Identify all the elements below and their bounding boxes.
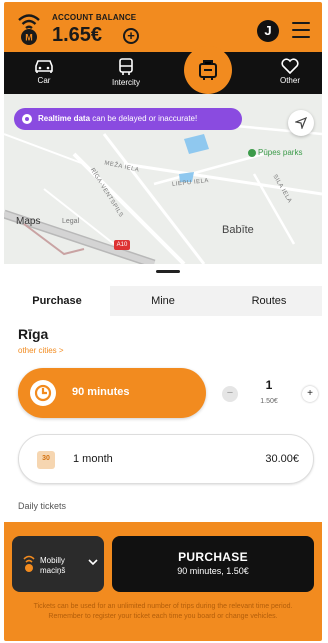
- other-cities-link[interactable]: other cities >: [18, 346, 64, 355]
- nav-car-label: Car: [37, 76, 51, 85]
- heart-icon: [281, 58, 299, 74]
- svg-text:M: M: [25, 33, 33, 43]
- wallet-selector[interactable]: Mobilly maciņš: [12, 536, 104, 592]
- daily-tickets-heading: Daily tickets: [18, 501, 67, 511]
- calendar-icon: [37, 451, 55, 469]
- purchase-summary: 90 minutes, 1.50€: [177, 566, 249, 576]
- quantity-plus-button[interactable]: +: [302, 386, 318, 402]
- park-marker-icon: [248, 149, 256, 157]
- balance-amount: 1.65€: [52, 24, 103, 46]
- wallet-label: Mobilly maciņš: [40, 556, 66, 575]
- nav-item-car[interactable]: Car: [14, 52, 74, 94]
- ticket-option-1month[interactable]: 1 month 30.00€: [18, 434, 314, 484]
- realtime-rest-text: can be delayed or inaccurate!: [90, 114, 198, 123]
- nav-item-tickets[interactable]: [184, 46, 232, 94]
- clock-icon: [30, 380, 56, 406]
- app-screen: M ACCOUNT BALANCE 1.65€ + J Car Intercit…: [4, 2, 322, 641]
- ticket-sheet: Purchase Mine Routes Rīga other cities >…: [4, 264, 322, 641]
- tab-mine[interactable]: Mine: [110, 286, 216, 316]
- ticket-month-price: 30.00€: [265, 453, 299, 465]
- quantity-minus-button[interactable]: −: [222, 386, 238, 402]
- navigation-arrow-icon: [295, 117, 307, 129]
- maps-attribution: Maps: [16, 216, 41, 227]
- balance-label: ACCOUNT BALANCE: [52, 13, 137, 22]
- wallet-logo-icon: [23, 555, 35, 572]
- tab-bar: Purchase Mine Routes: [4, 286, 322, 316]
- bus-icon: [119, 58, 133, 75]
- avatar[interactable]: J: [257, 20, 279, 42]
- legal-link[interactable]: Legal: [62, 218, 79, 225]
- unit-price: 1.50€: [260, 398, 278, 405]
- ticket-90-label: 90 minutes: [72, 386, 130, 398]
- realtime-bold-text: Realtime data: [38, 114, 91, 123]
- nav-intercity-label: Intercity: [111, 78, 140, 87]
- top-up-plus-icon[interactable]: +: [123, 28, 139, 44]
- account-header: M ACCOUNT BALANCE 1.65€ + J: [4, 2, 322, 52]
- park-label: Pūpes parks: [258, 148, 303, 157]
- nav-item-other[interactable]: Other: [260, 52, 320, 94]
- purchase-title: PURCHASE: [178, 550, 248, 564]
- nav-item-intercity[interactable]: Intercity: [96, 52, 156, 94]
- ticket-option-90min[interactable]: 90 minutes: [18, 368, 206, 418]
- transport-nav: Car Intercity Other: [4, 52, 322, 94]
- nfc-logo-icon: M: [18, 14, 40, 45]
- chevron-down-icon: [88, 559, 98, 566]
- car-icon: [35, 60, 53, 73]
- ticket-usage-note: Tickets can be used for an unlimited num…: [33, 603, 293, 620]
- ticket-icon: [199, 60, 217, 80]
- quantity-value: 1: [265, 378, 273, 392]
- purchase-bar: Mobilly maciņš PURCHASE 90 minutes, 1.50…: [4, 522, 322, 641]
- ticket-month-label: 1 month: [73, 453, 113, 465]
- hamburger-menu-icon[interactable]: [292, 22, 310, 38]
- tab-purchase[interactable]: Purchase: [4, 286, 110, 316]
- tab-routes[interactable]: Routes: [216, 286, 322, 316]
- purchase-button[interactable]: PURCHASE 90 minutes, 1.50€: [112, 536, 314, 592]
- city-title: Rīga: [18, 326, 49, 342]
- locate-me-button[interactable]: [288, 110, 314, 136]
- nav-other-label: Other: [279, 76, 300, 85]
- place-label: Babīte: [222, 224, 254, 236]
- map-view[interactable]: Realtime data can be delayed or inaccura…: [4, 94, 322, 264]
- sheet-drag-handle[interactable]: [156, 270, 180, 273]
- info-dot-icon: [22, 114, 32, 124]
- road-badge: A10: [114, 240, 130, 250]
- realtime-warning-banner[interactable]: Realtime data can be delayed or inaccura…: [14, 108, 242, 130]
